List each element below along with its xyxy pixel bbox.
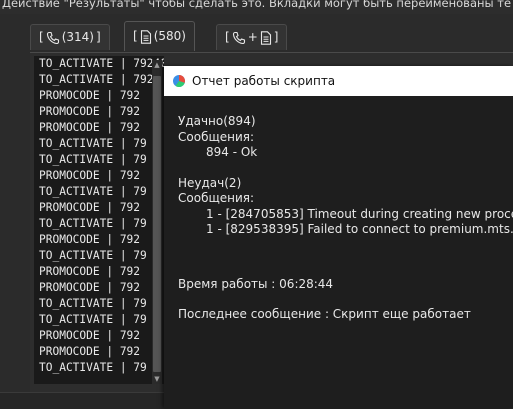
console-line: TO_ACTIVATE | 79	[39, 137, 147, 150]
tab-calls-label: (314)	[61, 30, 94, 44]
fail-header: Неудач(2)	[178, 175, 242, 190]
runtime-text: Время работы : 06:28:44	[178, 276, 334, 291]
console-line: PROMOCODE | 792	[39, 201, 141, 214]
console-line: TO_ACTIVATE | 79	[39, 217, 147, 230]
bracket-open: [	[39, 30, 44, 44]
console-line: TO_ACTIVATE | 79240501028 | goshbcdg (28…	[39, 57, 164, 70]
bracket-close: ]	[95, 30, 101, 44]
fail-message: 1 - [284705853] Timeout during creating …	[206, 206, 513, 221]
bracket-open: [	[225, 30, 230, 44]
bracket-open: [	[133, 29, 138, 43]
tab-bar: [ (314) ] [ (580) [ + ]	[0, 16, 513, 52]
tab-calls[interactable]: [ (314) ]	[30, 24, 110, 50]
console-line: PROMOCODE | 792	[39, 233, 141, 246]
last-message-text: Последнее сообщение : Скрипт еще работае…	[178, 307, 471, 321]
dialog-title: Отчет работы скрипта	[192, 74, 336, 88]
console-line: PROMOCODE | 792	[39, 121, 141, 134]
console-line: PROMOCODE | 792	[39, 169, 141, 182]
console-line: PROMOCODE | 792	[39, 329, 141, 342]
document-icon	[140, 29, 151, 44]
scroll-up-arrow-icon[interactable]: ▲	[152, 60, 162, 70]
console-line: TO_ACTIVATE | 79	[39, 361, 147, 374]
console-line: TO_ACTIVATE | 79	[39, 297, 147, 310]
output-console: TO_ACTIVATE | 79240501028 | goshbcdg (28…	[34, 56, 164, 384]
console-line: TO_ACTIVATE | 792	[39, 73, 154, 86]
vertical-scrollbar[interactable]: ▲ ▼	[152, 60, 162, 384]
console-line: PROMOCODE | 792	[39, 345, 141, 358]
console-line: TO_ACTIVATE | 79	[39, 153, 147, 166]
phone-icon	[46, 31, 59, 44]
console-line: PROMOCODE | 792	[39, 105, 141, 118]
success-message: 894 - Ok	[206, 145, 258, 159]
messages-label: Сообщения:	[178, 191, 255, 205]
top-instruction-text: Действие "Результаты" чтобы сделать это.…	[0, 0, 513, 14]
console-line: TO_ACTIVATE | 79	[39, 249, 147, 262]
dialog-title-bar[interactable]: Отчет работы скрипта	[164, 66, 513, 96]
messages-label: Сообщения:	[178, 129, 255, 144]
script-report-dialog: Отчет работы скрипта Удачно(894) Сообщен…	[164, 66, 513, 408]
app-pie-icon	[173, 74, 186, 88]
console-line: TO_ACTIVATE | 79	[39, 185, 147, 198]
tab-calls-plus-documents[interactable]: [ + ]	[216, 24, 288, 50]
console-line: TO_ACTIVATE | 79	[39, 313, 147, 326]
success-header: Удачно(894)	[178, 114, 256, 128]
console-line: PROMOCODE | 792	[39, 281, 141, 294]
tab-documents[interactable]: [ (580)	[124, 21, 195, 51]
console-line: PROMOCODE | 792	[39, 89, 141, 102]
bracket-close: ]	[273, 30, 279, 44]
plus-separator: +	[247, 30, 258, 44]
phone-icon	[232, 31, 245, 44]
console-line: PROMOCODE | 792	[39, 265, 141, 278]
scrollbar-thumb[interactable]	[153, 76, 161, 372]
fail-message: 1 - [829538395] Failed to connect to pre…	[206, 222, 513, 236]
document-icon	[260, 30, 271, 45]
report-body: Удачно(894) Сообщения: 894 - Ok Неудач(2…	[178, 114, 513, 404]
tab-documents-label: (580)	[153, 29, 186, 43]
scroll-down-arrow-icon[interactable]: ▼	[152, 374, 162, 384]
